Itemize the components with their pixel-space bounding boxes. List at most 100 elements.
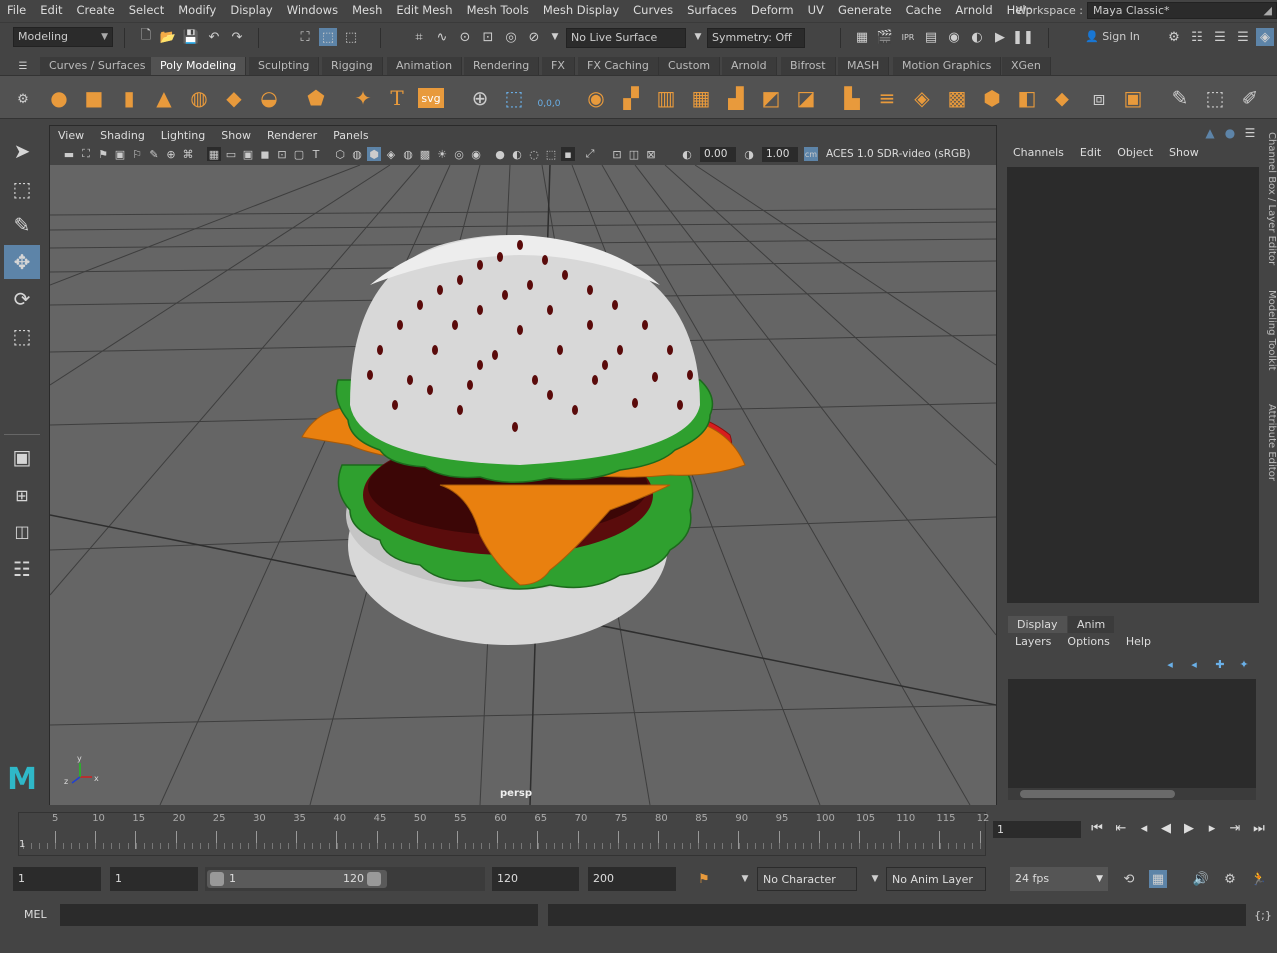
vp-menu-panels[interactable]: Panels (325, 129, 376, 142)
menu-mesh[interactable]: Mesh (345, 3, 389, 17)
poly-type-icon[interactable]: T (383, 84, 411, 112)
sign-in-button[interactable]: 👤 Sign In (1080, 27, 1162, 47)
le-menu-help[interactable]: Help (1118, 635, 1159, 648)
character-set-dropdown[interactable]: No Character Set (757, 867, 857, 910)
attribute-editor-icon[interactable]: ☷ (1188, 28, 1206, 46)
super-shape-icon[interactable]: ✦ (349, 84, 377, 112)
character-icon[interactable]: 🏃 (1250, 870, 1268, 888)
redo-icon[interactable]: ↷ (228, 28, 246, 46)
menu-surfaces[interactable]: Surfaces (680, 3, 744, 17)
frame-icon[interactable]: ⊠ (644, 147, 658, 161)
symmetry-dropdown[interactable]: Symmetry: Off (707, 28, 805, 48)
menu-deform[interactable]: Deform (744, 3, 801, 17)
playback-start-field[interactable]: 1 (110, 867, 198, 891)
multi-cut-icon[interactable]: ⧈ (1085, 84, 1113, 112)
poly-torus-icon[interactable]: ◍ (185, 84, 213, 112)
cb-menu-object[interactable]: Object (1109, 146, 1161, 164)
snap-view-icon[interactable]: ⊡ (479, 28, 497, 46)
menu-windows[interactable]: Windows (280, 3, 345, 17)
quad-draw-icon[interactable]: ✎ (1166, 84, 1194, 112)
range-bar[interactable]: 1 120 (205, 867, 485, 891)
shelf-tab-poly-modeling[interactable]: Poly Modeling (151, 57, 247, 75)
scene-end-field[interactable]: 200 (588, 867, 676, 891)
cb-menu-channels[interactable]: Channels (1005, 146, 1072, 164)
field-chart-icon[interactable]: ⊡ (275, 147, 289, 161)
sound-icon[interactable]: 🔊 (1192, 870, 1210, 888)
layer-tab-display[interactable]: Display (1008, 616, 1067, 633)
outliner-icon[interactable]: ☰ (1234, 28, 1252, 46)
bookmark-icon[interactable]: ⚑ (96, 147, 110, 161)
shelf-tab-xgen[interactable]: XGen (1002, 57, 1051, 75)
menu-modify[interactable]: Modify (171, 3, 223, 17)
anim-layer-dropdown[interactable]: No Anim Layer (886, 867, 986, 891)
vp-menu-show[interactable]: Show (213, 129, 259, 142)
snap-point-icon[interactable]: ⊙ (456, 28, 474, 46)
menuset-dropdown[interactable]: Modeling ▼ (13, 27, 113, 47)
safe-title-icon[interactable]: T (309, 147, 323, 161)
mel-label[interactable]: MEL (24, 908, 47, 921)
wireframe-on-shaded-icon[interactable]: ◈ (384, 147, 398, 161)
shelf-tab-fx-caching[interactable]: FX Caching (578, 57, 659, 75)
scrollbar-thumb[interactable] (1020, 790, 1175, 798)
poly-plane-icon[interactable]: ◆ (220, 84, 248, 112)
snap-surface-icon[interactable]: ◎ (502, 28, 520, 46)
menu-mesh-tools[interactable]: Mesh Tools (460, 3, 536, 17)
menu-mesh-display[interactable]: Mesh Display (536, 3, 626, 17)
vp-menu-lighting[interactable]: Lighting (153, 129, 213, 142)
select-object-icon[interactable]: ⬚ (319, 28, 337, 46)
wireframe-icon[interactable]: ⬡ (333, 147, 347, 161)
move-tool-icon[interactable]: ✥ (4, 245, 40, 279)
le-menu-options[interactable]: Options (1059, 635, 1117, 648)
random-tool-icon[interactable]: ⬚ (500, 84, 528, 112)
textured-icon[interactable]: ◍ (401, 147, 415, 161)
camera-select-icon[interactable]: ▬ (62, 147, 76, 161)
menu-generate[interactable]: Generate (831, 3, 899, 17)
menu-uv[interactable]: UV (801, 3, 831, 17)
side-tab-attribute-editor[interactable]: Attribute Editor (1262, 404, 1277, 481)
layer-list[interactable] (1008, 679, 1256, 789)
live-surface-field[interactable]: No Live Surface (566, 28, 686, 48)
layer-scrollbar[interactable] (1008, 788, 1256, 800)
shelf-tab-fx[interactable]: FX (542, 57, 575, 75)
lasso-tool-icon[interactable]: ⬚ (4, 172, 40, 206)
frame-all-icon[interactable]: ⊡ (610, 147, 624, 161)
workspace-dropdown[interactable]: Maya Classic* ◢ (1087, 1, 1277, 19)
channel-box-toggle-icon[interactable]: ▲ (1201, 124, 1219, 142)
menu-edit[interactable]: Edit (33, 3, 69, 17)
range-start-handle[interactable] (210, 872, 224, 886)
tool-settings-icon[interactable]: ☰ (1211, 28, 1229, 46)
menu-file[interactable]: File (0, 3, 33, 17)
gamma-field[interactable]: 1.00 (762, 147, 798, 162)
separate-icon[interactable]: ▞ (617, 84, 645, 112)
sweep-mesh-icon[interactable]: ⊕ (466, 84, 494, 112)
ambient-occlusion-icon[interactable]: ◎ (452, 147, 466, 161)
current-frame-field[interactable]: 1 (993, 821, 1081, 838)
loop-icon[interactable]: ⟲ (1120, 870, 1138, 888)
isolate-select-icon[interactable]: ⬚ (544, 147, 558, 161)
use-all-lights-icon[interactable]: ▩ (418, 147, 432, 161)
smooth-icon[interactable]: ▦ (687, 84, 715, 112)
four-view-layout-icon[interactable]: ⊞ (4, 478, 40, 512)
frame-selection-icon[interactable]: ◫ (627, 147, 641, 161)
step-forward-frame-icon[interactable]: ▸ (1203, 819, 1221, 837)
merge-icon[interactable]: ⬢ (978, 84, 1006, 112)
wedge-icon[interactable]: ⬥ (1048, 84, 1076, 112)
new-scene-icon[interactable]: 🗋 (137, 28, 155, 46)
time-slider-track[interactable]: 5 10 15 20 25 30 35 40 45 50 55 60 65 70 75 80 85 90 95 100… (18, 812, 989, 856)
safe-action-icon[interactable]: ▢ (292, 147, 306, 161)
snap-grid-icon[interactable]: ⌗ (410, 28, 428, 46)
colorspace-field[interactable]: ACES 1.0 SDR-video (sRGB) (822, 147, 992, 162)
gear-icon[interactable]: ⚙ (14, 90, 32, 108)
target-weld-icon[interactable]: ▣ (1119, 84, 1147, 112)
vp-menu-renderer[interactable]: Renderer (259, 129, 325, 142)
exposure-icon[interactable]: ◐ (680, 147, 694, 161)
gate-mask-icon[interactable]: ◼ (258, 147, 272, 161)
new-layer-selected-icon[interactable]: ✦ (1235, 655, 1253, 673)
play-render-icon[interactable]: ▶ (991, 28, 1009, 46)
go-to-start-icon[interactable]: ⏮ (1088, 819, 1106, 837)
gamma-icon[interactable]: ◑ (742, 147, 756, 161)
outliner-layout-icon[interactable]: ☷ (4, 552, 40, 586)
grid-icon[interactable]: ▦ (207, 147, 221, 161)
flag-icon[interactable]: ⚐ (130, 147, 144, 161)
shelf-tab-custom[interactable]: Custom (659, 57, 721, 75)
